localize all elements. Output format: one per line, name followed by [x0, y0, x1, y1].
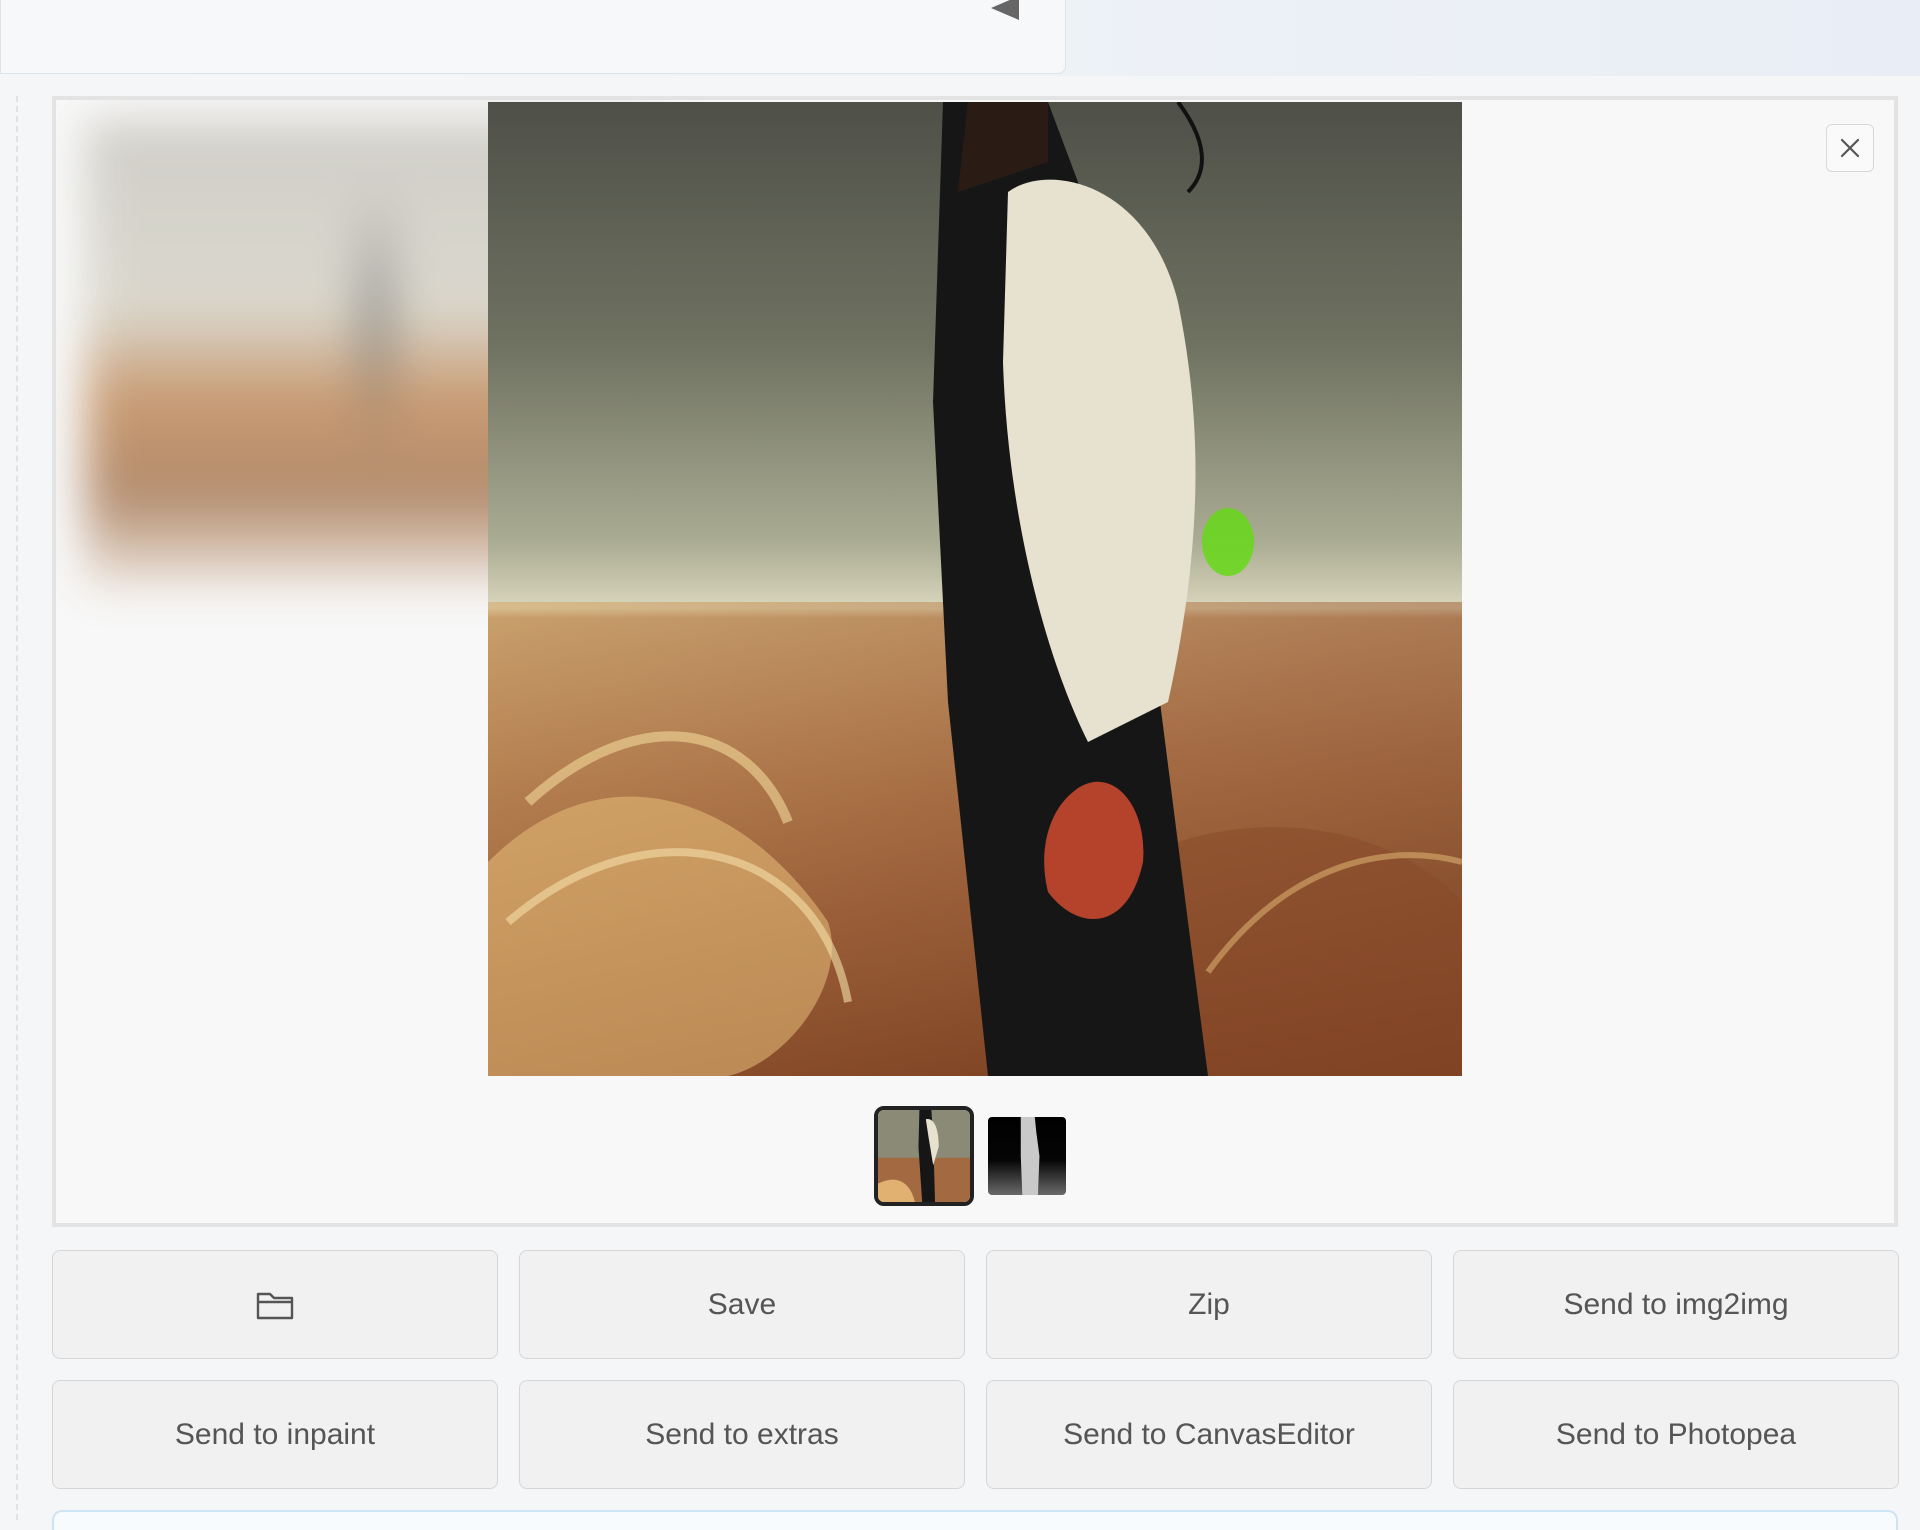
close-icon [1840, 138, 1860, 158]
generated-image-artwork [488, 102, 1462, 1076]
thumbnail-2[interactable] [988, 1117, 1066, 1195]
triangle-left-icon[interactable] [991, 0, 1019, 20]
main-output-image[interactable] [488, 102, 1462, 1076]
folder-icon [256, 1292, 294, 1319]
left-rail-divider [16, 96, 18, 1520]
open-folder-button[interactable] [52, 1250, 498, 1359]
send-to-inpaint-button[interactable]: Send to inpaint [52, 1380, 498, 1489]
zip-button[interactable]: Zip [986, 1250, 1432, 1359]
send-to-extras-button[interactable]: Send to extras [519, 1380, 965, 1489]
action-buttons: Save Zip Send to img2img Send to inpaint… [52, 1250, 1899, 1489]
send-to-img2img-button[interactable]: Send to img2img [1453, 1250, 1899, 1359]
next-panel-edge [52, 1510, 1898, 1530]
thumbnail-1[interactable] [874, 1106, 974, 1206]
thumbnail-strip [874, 1106, 1066, 1206]
thumbnail-image-depth [988, 1117, 1066, 1195]
collapsed-panel-header [0, 0, 1066, 74]
output-gallery [52, 96, 1898, 1227]
close-button[interactable] [1826, 124, 1874, 172]
save-button[interactable]: Save [519, 1250, 965, 1359]
send-to-photopea-button[interactable]: Send to Photopea [1453, 1380, 1899, 1489]
send-to-canvaseditor-button[interactable]: Send to CanvasEditor [986, 1380, 1432, 1489]
thumbnail-image-color [878, 1110, 970, 1202]
